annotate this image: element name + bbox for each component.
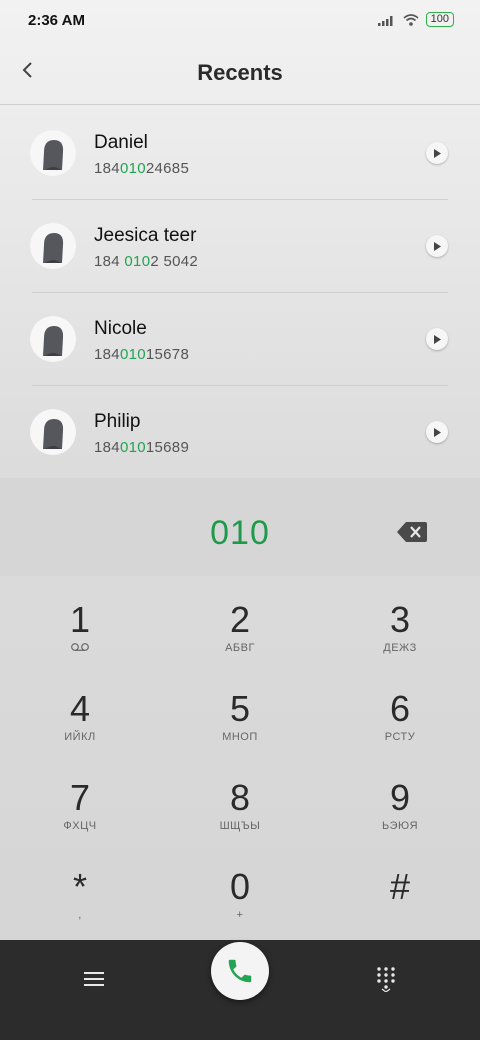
status-icons: 100 xyxy=(377,12,454,27)
details-button[interactable] xyxy=(426,235,448,257)
avatar xyxy=(30,409,76,455)
status-bar: 2:36 AM 100 xyxy=(0,0,480,44)
contact-number: 18401024685 xyxy=(94,160,190,177)
key-letters: ЬЭЮЯ xyxy=(381,820,419,832)
header: Recents xyxy=(0,44,480,105)
contact-number: 18401015689 xyxy=(94,439,190,456)
key-digit: 8 xyxy=(229,777,251,818)
key-digit: # xyxy=(389,866,411,907)
key-4[interactable]: 4 ИЙКЛ xyxy=(0,669,160,758)
key-letters xyxy=(0,642,160,655)
voicemail-icon xyxy=(71,643,89,651)
backspace-icon xyxy=(397,522,427,542)
dialpad-icon xyxy=(377,967,395,992)
play-arrow-icon xyxy=(434,241,441,251)
key-digit: 3 xyxy=(389,599,411,640)
battery-indicator: 100 xyxy=(425,12,454,27)
menu-icon xyxy=(84,972,104,986)
key-digit: * xyxy=(72,866,87,907)
person-icon xyxy=(30,316,76,362)
person-icon xyxy=(30,130,76,176)
details-button[interactable] xyxy=(426,421,448,443)
avatar xyxy=(30,130,76,176)
contact-name: Philip xyxy=(94,411,141,432)
key-star[interactable]: * , xyxy=(0,847,160,936)
key-digit: 9 xyxy=(389,777,411,818)
dialpad-toggle-button[interactable] xyxy=(372,964,400,994)
contact-name: Nicole xyxy=(94,318,147,339)
person-icon xyxy=(30,223,76,269)
person-icon xyxy=(30,409,76,455)
key-digit: 1 xyxy=(69,599,91,640)
key-letters: АБВГ xyxy=(225,642,255,654)
page-title: Recents xyxy=(197,60,283,85)
key-8[interactable]: 8 ШЩЪЫ xyxy=(160,758,320,847)
key-letters: ДЕЖЗ xyxy=(383,642,417,654)
avatar xyxy=(30,316,76,362)
key-6[interactable]: 6 РСТУ xyxy=(320,669,480,758)
status-time: 2:36 AM xyxy=(28,12,85,29)
key-0[interactable]: 0 + xyxy=(160,847,320,936)
list-item[interactable]: Philip 18401015689 xyxy=(0,385,480,478)
avatar xyxy=(30,223,76,269)
play-arrow-icon xyxy=(434,334,441,344)
key-digit: 7 xyxy=(69,777,91,818)
list-item[interactable]: Daniel 18401024685 xyxy=(0,106,480,199)
key-5[interactable]: 5 МНОП xyxy=(160,669,320,758)
key-3[interactable]: 3 ДЕЖЗ xyxy=(320,580,480,669)
contact-number: 18401015678 xyxy=(94,346,190,363)
key-1[interactable]: 1 xyxy=(0,580,160,669)
key-letters: , xyxy=(78,909,82,921)
key-2[interactable]: 2 АБВГ xyxy=(160,580,320,669)
key-letters: ИЙКЛ xyxy=(64,731,96,743)
play-arrow-icon xyxy=(434,427,441,437)
bottom-bar xyxy=(0,940,480,1040)
key-letters: + xyxy=(236,909,244,921)
key-digit: 5 xyxy=(229,688,251,729)
wifi-icon xyxy=(403,13,419,26)
contact-name: Daniel xyxy=(94,132,148,153)
key-digit: 6 xyxy=(389,688,411,729)
signal-icon xyxy=(377,15,393,26)
play-arrow-icon xyxy=(434,148,441,158)
contact-name: Jeesica teer xyxy=(94,225,197,246)
dialed-number-area: 010 xyxy=(0,478,480,576)
dialpad: 1 2 АБВГ 3 ДЕЖЗ 4 ИЙКЛ 5 МНОП 6 РСТУ 7 Ф… xyxy=(0,580,480,940)
contact-number: 184 0102 5042 xyxy=(94,253,199,270)
key-letters: ШЩЪЫ xyxy=(219,820,261,832)
key-letters: РСТУ xyxy=(384,731,416,743)
key-7[interactable]: 7 ФХЦЧ xyxy=(0,758,160,847)
key-letters: МНОП xyxy=(222,731,258,743)
details-button[interactable] xyxy=(426,142,448,164)
call-button[interactable] xyxy=(211,942,269,1000)
key-digit: 2 xyxy=(229,599,251,640)
key-hash[interactable]: # xyxy=(320,847,480,936)
menu-button[interactable] xyxy=(80,965,108,993)
key-digit: 0 xyxy=(229,866,251,907)
key-9[interactable]: 9 ЬЭЮЯ xyxy=(320,758,480,847)
list-item[interactable]: Nicole 18401015678 xyxy=(0,292,480,385)
key-digit: 4 xyxy=(69,688,91,729)
list-item[interactable]: Jeesica teer 184 0102 5042 xyxy=(0,199,480,292)
details-button[interactable] xyxy=(426,328,448,350)
recents-list: Daniel 18401024685 Jeesica teer 184 0102… xyxy=(0,106,480,478)
backspace-button[interactable] xyxy=(396,520,428,544)
phone-icon xyxy=(228,959,252,983)
key-letters: ФХЦЧ xyxy=(63,820,97,832)
